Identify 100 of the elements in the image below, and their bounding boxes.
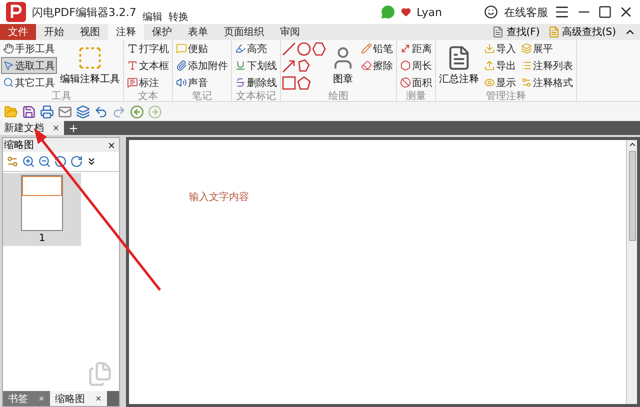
maximize-icon[interactable]	[598, 5, 612, 19]
import-icon	[484, 43, 495, 54]
ribbon-button[interactable]: 文本框	[125, 57, 171, 74]
ribbon-button[interactable]: 打字机	[125, 40, 171, 57]
more-icon[interactable]	[86, 156, 97, 167]
ribbon-button[interactable]: 导出	[482, 57, 518, 74]
search-button[interactable]: 高级查找(S)	[544, 24, 620, 40]
ribbon-button[interactable]: 导入	[482, 40, 518, 57]
document-search-icon	[492, 26, 504, 38]
distance-icon	[400, 43, 411, 54]
user-name[interactable]: Lyan	[416, 6, 442, 18]
scroll-up-icon[interactable]	[628, 140, 636, 149]
chat-icon[interactable]	[380, 5, 395, 19]
paperclip-icon	[176, 60, 187, 71]
add-tab-icon[interactable]	[68, 122, 79, 134]
menu-icon[interactable]	[554, 4, 570, 20]
page-number: 1	[38, 232, 46, 246]
menu-tab[interactable]: 注释	[108, 24, 144, 40]
hexagon-icon[interactable]	[312, 42, 326, 56]
group-label: 管理注释	[485, 91, 527, 102]
show-icon	[484, 77, 495, 88]
ribbon-button[interactable]: 距离	[398, 40, 434, 57]
page-thumbnail[interactable]: 1	[3, 173, 81, 246]
eraser-icon	[361, 60, 372, 71]
close-icon[interactable]	[52, 124, 60, 132]
pentagon-icon[interactable]	[297, 76, 311, 90]
close-icon[interactable]	[107, 140, 116, 150]
pencil-icon	[361, 43, 372, 54]
ribbon-button[interactable]: 便贴	[174, 40, 230, 57]
scrollbar-thumb[interactable]	[628, 151, 636, 241]
search-button[interactable]: 查找(F)	[488, 24, 544, 40]
ribbon-button[interactable]: 周长	[398, 57, 434, 74]
zoom-in-icon[interactable]	[22, 155, 35, 168]
mail-icon[interactable]	[58, 104, 72, 118]
ribbon-button[interactable]: 显示	[482, 74, 518, 91]
rotate-left-icon[interactable]	[54, 155, 67, 168]
ribbon-button[interactable]: 展平	[519, 40, 575, 57]
highlight-icon	[235, 43, 246, 54]
magnifier-icon	[3, 77, 14, 88]
callout-icon	[127, 77, 138, 88]
ribbon-button[interactable]: 选取工具	[1, 57, 57, 74]
ribbon-button[interactable]: 标注	[125, 74, 171, 91]
group-label: 绘图	[328, 91, 350, 102]
close-icon[interactable]	[95, 395, 102, 402]
ribbon-button[interactable]: 铅笔	[359, 40, 395, 57]
selection-frame-icon	[77, 45, 103, 71]
text-icon	[127, 43, 138, 54]
zoom-out-icon[interactable]	[38, 155, 51, 168]
menu-tab[interactable]: 表单	[180, 24, 216, 40]
group-label: 工具	[50, 91, 72, 102]
rectangle-icon[interactable]	[282, 76, 296, 90]
ribbon-button[interactable]: 声音	[174, 74, 230, 91]
back-icon[interactable]	[130, 104, 144, 118]
context-tab[interactable]: 转换	[168, 10, 188, 24]
document-search-icon	[548, 26, 560, 38]
panel-title: 缩略图	[4, 138, 34, 152]
menu-tab[interactable]: 文件	[0, 24, 36, 40]
menu-tab[interactable]: 视图	[72, 24, 108, 40]
ribbon-button[interactable]: 添加附件	[174, 57, 230, 74]
underline-icon	[235, 60, 246, 71]
menu-tab[interactable]: 审阅	[272, 24, 308, 40]
undo-icon[interactable]	[94, 104, 108, 118]
ribbon-button[interactable]: 图章	[328, 40, 358, 91]
ribbon-button[interactable]: 编辑注释工具	[58, 40, 122, 91]
print-icon[interactable]	[40, 104, 54, 118]
strikethrough-icon	[235, 77, 246, 88]
menu-tab[interactable]: 开始	[36, 24, 72, 40]
panel-tab[interactable]: 书签	[3, 391, 50, 406]
ribbon-button[interactable]: 面积	[398, 74, 434, 91]
ribbon-button[interactable]: 高亮	[233, 40, 279, 57]
ribbon-button[interactable]: 删除线	[233, 74, 279, 91]
note-icon	[176, 43, 187, 54]
pages-icon	[87, 361, 113, 387]
group-label: 笔记	[191, 91, 213, 102]
circle-icon[interactable]	[297, 42, 311, 56]
pointer-icon	[3, 60, 14, 71]
ribbon-button[interactable]: 注释格式	[519, 74, 575, 91]
group-label: 测量	[405, 91, 427, 102]
panel-tab[interactable]: 缩略图	[50, 391, 107, 406]
ribbon-button[interactable]: 注释列表	[519, 57, 575, 74]
ribbon-button[interactable]: 手形工具	[1, 40, 57, 57]
rotate-right-icon[interactable]	[70, 155, 83, 168]
group-label: 文本	[137, 91, 159, 102]
line-icon[interactable]	[282, 42, 296, 56]
polygon-icon[interactable]	[297, 58, 311, 72]
menu-tab[interactable]: 保护	[144, 24, 180, 40]
menu-tab[interactable]: 页面组织	[216, 24, 272, 40]
ribbon-button[interactable]: 下划线	[233, 57, 279, 74]
ribbon-button[interactable]: 汇总注释	[437, 40, 481, 91]
hand-icon	[3, 43, 14, 54]
speaker-icon	[176, 77, 187, 88]
ribbon-button[interactable]: 擦除	[359, 57, 395, 74]
save-icon[interactable]	[22, 104, 36, 118]
window-title: 闪电PDF编辑器3.2.7	[32, 4, 136, 20]
arrow-icon[interactable]	[282, 58, 296, 72]
context-tab[interactable]: 编辑	[142, 10, 162, 24]
ribbon-button[interactable]: 其它工具	[1, 74, 57, 91]
support-link[interactable]: 在线客服	[504, 4, 548, 20]
page-preview	[21, 175, 63, 231]
smiley-icon[interactable]	[484, 5, 498, 19]
